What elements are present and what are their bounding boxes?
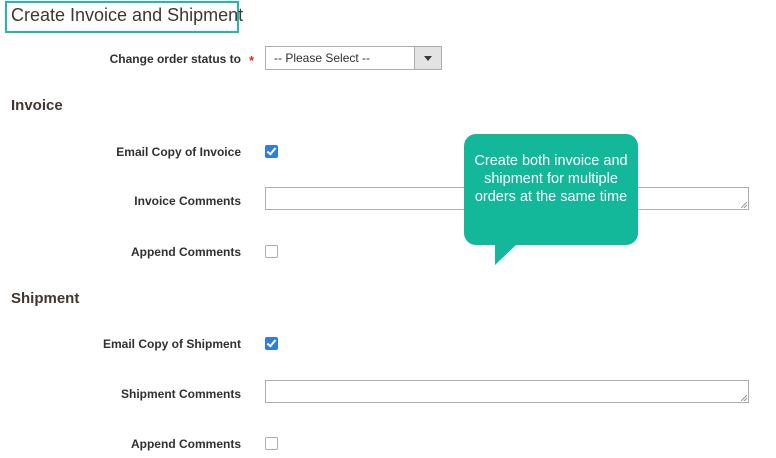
order-status-label: Change order status to [109, 52, 241, 66]
callout-bubble: Create both invoice and shipment for mul… [464, 134, 638, 245]
order-status-selected-value: -- Please Select -- [274, 51, 371, 65]
shipment-email-copy-label: Email Copy of Shipment [102, 337, 241, 351]
dropdown-button[interactable] [414, 47, 441, 69]
order-status-select[interactable]: -- Please Select -- [265, 46, 442, 70]
required-marker: * [249, 53, 255, 68]
checkmark-icon [266, 145, 277, 156]
callout-text: Create both invoice and shipment for mul… [474, 153, 628, 205]
checkmark-icon [266, 337, 277, 348]
invoice-email-copy-label: Email Copy of Invoice [116, 145, 241, 159]
shipment-section-title: Shipment [11, 290, 80, 307]
shipment-comments-textarea[interactable] [265, 380, 749, 403]
resize-handle-icon[interactable] [741, 202, 747, 208]
shipment-email-copy-checkbox[interactable] [265, 337, 278, 350]
resize-handle-icon[interactable] [741, 395, 747, 401]
invoice-append-comments-label: Append Comments [130, 245, 241, 259]
shipment-append-comments-label: Append Comments [130, 437, 241, 451]
invoice-section-title: Invoice [11, 97, 63, 114]
invoice-append-comments-checkbox[interactable] [265, 245, 278, 258]
invoice-email-copy-checkbox[interactable] [265, 145, 278, 158]
shipment-comments-label: Shipment Comments [120, 387, 241, 401]
chevron-down-icon [424, 56, 432, 61]
invoice-comments-label: Invoice Comments [134, 194, 241, 208]
callout-tail [495, 244, 517, 265]
page-title: Create Invoice and Shipment [11, 5, 244, 25]
shipment-append-comments-checkbox[interactable] [265, 437, 278, 450]
